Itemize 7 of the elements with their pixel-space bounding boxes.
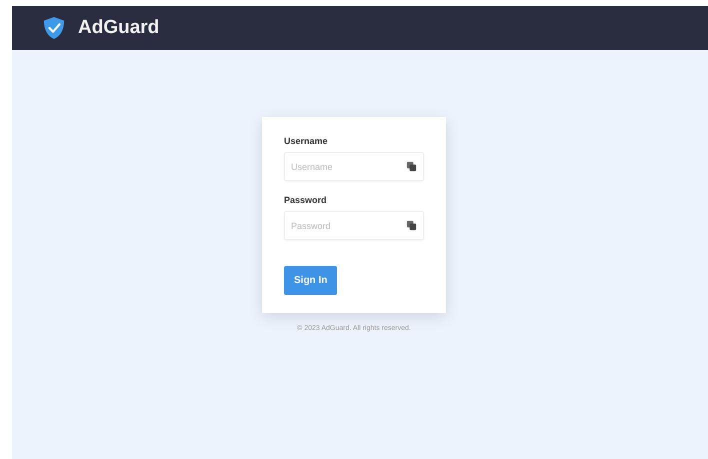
input-field[interactable]: Username <box>284 152 424 181</box>
brand-name: AdGuard <box>78 17 160 39</box>
field-label: Password <box>284 195 328 205</box>
input-field[interactable]: Password <box>284 211 424 240</box>
sign-in-button[interactable]: Sign In <box>284 266 338 295</box>
field-label: Username <box>284 136 329 146</box>
shield-icon <box>43 16 65 40</box>
